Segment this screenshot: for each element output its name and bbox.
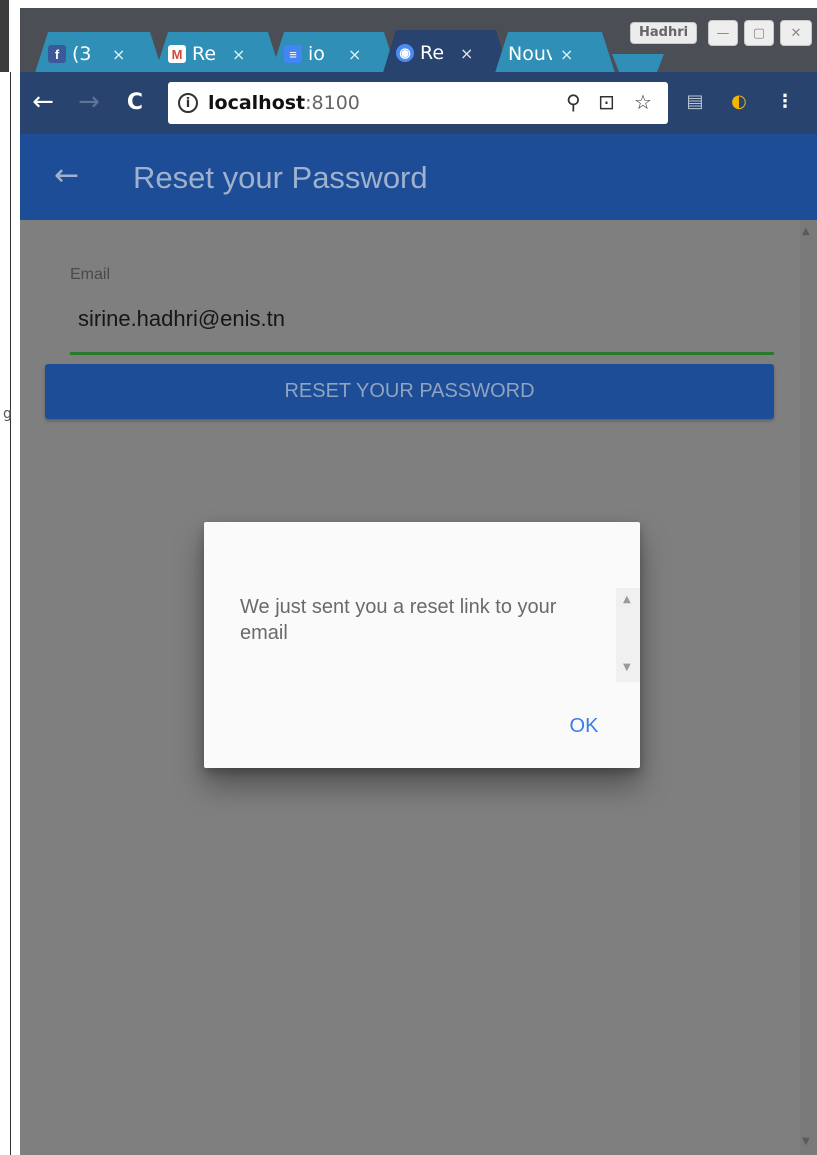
address-port: :8100 bbox=[305, 92, 360, 114]
page-scrollbar[interactable] bbox=[800, 220, 817, 1155]
page-title: Reset your Password bbox=[133, 160, 428, 195]
maximize-icon[interactable]: ▢ bbox=[744, 20, 774, 46]
email-label: Email bbox=[70, 266, 111, 283]
menu-icon[interactable]: ⋮ bbox=[774, 90, 796, 112]
address-url[interactable]: localhost:8100 bbox=[208, 92, 360, 114]
tab-close-icon[interactable]: × bbox=[348, 45, 361, 64]
minimize-icon[interactable]: — bbox=[708, 20, 738, 46]
left-edge-dark-block bbox=[0, 0, 9, 72]
bookmark-star-icon[interactable]: ☆ bbox=[634, 90, 652, 114]
close-window-icon[interactable]: ✕ bbox=[780, 20, 812, 46]
new-tab-button[interactable] bbox=[612, 54, 664, 74]
address-bar[interactable]: i localhost:8100 ⚲ ⊡ ☆ bbox=[168, 82, 668, 124]
email-underline bbox=[70, 352, 774, 355]
tab-title: io bbox=[308, 43, 325, 65]
docs-icon: ≡ bbox=[284, 45, 302, 63]
app-header: ← Reset your Password bbox=[20, 134, 817, 220]
browser-tab-active[interactable]: ◉ Re × bbox=[382, 30, 510, 76]
scroll-down-icon[interactable]: ▼ bbox=[802, 1136, 810, 1147]
facebook-icon: f bbox=[48, 45, 66, 63]
reload-icon[interactable]: C bbox=[118, 84, 152, 120]
ok-button[interactable]: OK bbox=[554, 706, 614, 746]
key-icon[interactable]: ⚲ bbox=[566, 90, 581, 114]
alert-dialog: We just sent you a reset link to your em… bbox=[204, 522, 640, 768]
left-edge-glyph: g bbox=[3, 406, 12, 422]
tab-close-icon[interactable]: × bbox=[560, 45, 573, 64]
dialog-scrollbar[interactable]: ▲ ▼ bbox=[616, 588, 640, 682]
browser-toolbar: ← → C i localhost:8100 ⚲ ⊡ ☆ ▤ ◐ ⋮ bbox=[20, 72, 817, 134]
back-icon[interactable]: ← bbox=[26, 84, 60, 120]
forward-icon[interactable]: → bbox=[72, 84, 106, 120]
browser-tab-strip: f (3 × M Re × ≡ io × ◉ Re × Nouv × Hadhr… bbox=[20, 8, 817, 72]
scroll-down-icon[interactable]: ▼ bbox=[623, 662, 631, 673]
tab-title: Re bbox=[420, 42, 445, 64]
browser-tab-docs[interactable]: ≡ io × bbox=[270, 32, 398, 76]
tab-title: (3 bbox=[72, 43, 92, 65]
browser-tab-new[interactable]: Nouv × bbox=[494, 32, 616, 76]
address-host: localhost bbox=[208, 92, 306, 114]
translate-icon[interactable]: ⊡ bbox=[598, 90, 615, 114]
email-field[interactable]: sirine.hadhri@enis.tn bbox=[78, 306, 285, 332]
browser-tab-gmail[interactable]: M Re × bbox=[154, 32, 282, 76]
reset-password-button[interactable]: RESET YOUR PASSWORD bbox=[45, 364, 774, 419]
browser-tab-facebook[interactable]: f (3 × bbox=[34, 32, 164, 76]
chrome-app-icon: ◉ bbox=[396, 44, 414, 62]
tab-title: Re bbox=[192, 43, 217, 65]
scroll-up-icon[interactable]: ▲ bbox=[623, 594, 631, 605]
tab-close-icon[interactable]: × bbox=[232, 45, 245, 64]
gmail-icon: M bbox=[168, 45, 186, 63]
left-edge-strip: g bbox=[0, 0, 20, 1155]
dialog-message: We just sent you a reset link to your em… bbox=[240, 596, 557, 644]
back-arrow-icon[interactable]: ← bbox=[54, 158, 79, 193]
tab-close-icon[interactable]: × bbox=[112, 45, 125, 64]
extension-logo-icon[interactable]: ◐ bbox=[728, 90, 750, 112]
scroll-up-icon[interactable]: ▲ bbox=[802, 226, 810, 237]
tab-title: Nouv bbox=[508, 43, 552, 65]
info-icon[interactable]: i bbox=[178, 93, 198, 113]
profile-button[interactable]: Hadhri bbox=[630, 22, 698, 44]
tab-close-icon[interactable]: × bbox=[460, 44, 473, 63]
extension-icon[interactable]: ▤ bbox=[684, 90, 706, 112]
left-edge-line bbox=[10, 72, 11, 1155]
